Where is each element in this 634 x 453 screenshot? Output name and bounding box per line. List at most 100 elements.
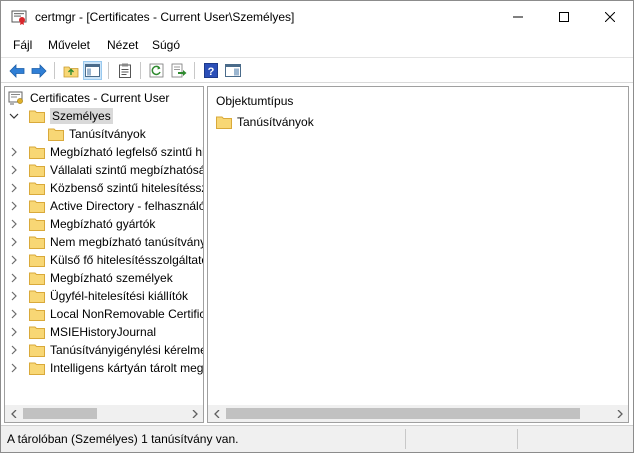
tree-item-szemelyes[interactable]: Személyes <box>9 107 199 125</box>
certificate-manager-icon <box>11 9 27 25</box>
window-title: certmgr - [Certificates - Current User\S… <box>35 10 295 24</box>
tree-item-label: Local NonRemovable Certific <box>50 307 204 321</box>
tree-item-label: Külső fő hitelesítésszolgáltató <box>50 253 204 267</box>
scroll-right-button[interactable] <box>186 405 203 422</box>
chevron-right-icon[interactable] <box>9 237 19 247</box>
menu-help[interactable]: Súgó <box>152 38 180 52</box>
list-item-label: Tanúsítványok <box>237 115 314 129</box>
folder-icon <box>29 236 45 249</box>
tree-horizontal-scrollbar[interactable] <box>5 405 203 422</box>
menu-view[interactable]: Nézet <box>107 38 138 52</box>
refresh-button[interactable] <box>147 61 166 80</box>
folder-icon <box>29 308 45 321</box>
tree-item-label: Tanúsítványigénylési kérelme <box>50 343 204 357</box>
tree-root-label: Certificates - Current User <box>30 91 170 105</box>
chevron-right-icon[interactable] <box>9 273 19 283</box>
tree-item-label: Megbízható személyek <box>50 271 173 285</box>
chevron-right-icon <box>192 409 198 418</box>
chevron-right-icon[interactable] <box>9 363 19 373</box>
forward-button[interactable] <box>29 61 48 80</box>
folder-icon <box>29 182 45 195</box>
back-button[interactable] <box>7 61 26 80</box>
menu-bar: Fájl Művelet Nézet Súgó <box>1 34 633 56</box>
folder-icon <box>29 290 45 303</box>
folder-icon <box>216 116 232 129</box>
toolbar-separator <box>108 62 109 79</box>
folder-icon <box>29 164 45 177</box>
folder-icon <box>29 326 45 339</box>
chevron-right-icon[interactable] <box>9 309 19 319</box>
minimize-button[interactable] <box>495 1 541 33</box>
list-horizontal-scrollbar[interactable] <box>208 405 628 422</box>
folder-icon <box>29 272 45 285</box>
help-button[interactable]: ? <box>201 61 220 80</box>
chevron-left-icon <box>10 409 16 418</box>
up-folder-button[interactable] <box>61 61 80 80</box>
tree-item-label: Ügyfél-hitelesítési kiállítók <box>50 289 189 303</box>
maximize-icon <box>559 12 569 22</box>
menu-file[interactable]: Fájl <box>13 38 32 52</box>
tree-item[interactable]: Local NonRemovable Certific <box>9 305 204 323</box>
tree-item[interactable]: Active Directory - felhasználó <box>9 197 203 215</box>
chevron-down-icon[interactable] <box>9 111 19 121</box>
title-bar[interactable]: certmgr - [Certificates - Current User\S… <box>1 1 633 33</box>
tree-item-tanusitvanyok[interactable]: Tanúsítványok <box>48 125 146 143</box>
tree-item[interactable]: Közbenső szintű hitelesítésszo <box>9 179 204 197</box>
column-header-object-type[interactable]: Objektumtípus <box>216 94 293 108</box>
tree-item[interactable]: Tanúsítványigénylési kérelme <box>9 341 204 359</box>
chevron-right-icon[interactable] <box>9 327 19 337</box>
scroll-thumb[interactable] <box>226 408 580 419</box>
clipboard-icon <box>118 63 131 78</box>
help-icon: ? <box>203 63 218 78</box>
status-bar: A tárolóban (Személyes) 1 tanúsítvány va… <box>1 425 633 452</box>
show-console-tree-button[interactable] <box>83 61 102 80</box>
chevron-left-icon <box>213 409 219 418</box>
properties-button[interactable] <box>115 61 134 80</box>
tree-item[interactable]: Külső fő hitelesítésszolgáltató <box>9 251 204 269</box>
chevron-right-icon[interactable] <box>9 183 19 193</box>
menu-action[interactable]: Művelet <box>48 38 90 52</box>
tree-item[interactable]: Nem megbízható tanúsítvány <box>9 233 204 251</box>
folder-up-icon <box>63 66 78 77</box>
tree-item[interactable]: Megbízható gyártók <box>9 215 155 233</box>
export-list-button[interactable] <box>169 61 188 80</box>
status-text: A tárolóban (Személyes) 1 tanúsítvány va… <box>7 432 239 446</box>
chevron-right-icon[interactable] <box>9 345 19 355</box>
toolbar-separator <box>140 62 141 79</box>
tree-item-label: Vállalati szintű megbízhatóság <box>50 163 204 177</box>
status-divider <box>517 429 518 449</box>
console-tree-pane[interactable]: Certificates - Current User Személyes Ta… <box>4 86 204 423</box>
tree-item[interactable]: Megbízható személyek <box>9 269 173 287</box>
maximize-button[interactable] <box>541 1 587 33</box>
list-item[interactable]: Tanúsítványok <box>216 115 314 129</box>
tree-item[interactable]: Vállalati szintű megbízhatóság <box>9 161 204 179</box>
show-action-pane-button[interactable] <box>223 61 242 80</box>
toolbar-separator <box>194 62 195 79</box>
tree-item-label: Megbízható gyártók <box>50 217 156 231</box>
chevron-right-icon[interactable] <box>9 255 19 265</box>
tree-item[interactable]: Intelligens kártyán tárolt meg <box>9 359 203 377</box>
scroll-right-button[interactable] <box>611 405 628 422</box>
close-button[interactable] <box>587 1 633 33</box>
tree-item-label: Nem megbízható tanúsítvány <box>50 235 204 249</box>
tree-item[interactable]: Ügyfél-hitelesítési kiállítók <box>9 287 188 305</box>
tree-root[interactable]: Certificates - Current User <box>8 89 169 107</box>
details-pane[interactable]: Objektumtípus Tanúsítványok <box>207 86 629 423</box>
tree-item-label: Tanúsítványok <box>69 127 146 141</box>
chevron-right-icon[interactable] <box>9 201 19 211</box>
chevron-right-icon[interactable] <box>9 291 19 301</box>
export-icon <box>171 63 186 78</box>
scroll-left-button[interactable] <box>5 405 22 422</box>
tree-item[interactable]: Megbízható legfelső szintű hi <box>9 143 203 161</box>
folder-icon <box>29 362 45 375</box>
close-icon <box>605 12 615 22</box>
tree-item-label: Közbenső szintű hitelesítésszo <box>50 181 204 195</box>
chevron-right-icon[interactable] <box>9 147 19 157</box>
tree-item[interactable]: MSIEHistoryJournal <box>9 323 156 341</box>
chevron-right-icon[interactable] <box>9 165 19 175</box>
chevron-right-icon <box>617 409 623 418</box>
chevron-right-icon[interactable] <box>9 219 19 229</box>
tree-item-label: MSIEHistoryJournal <box>50 325 157 339</box>
scroll-left-button[interactable] <box>208 405 225 422</box>
scroll-thumb[interactable] <box>23 408 97 419</box>
